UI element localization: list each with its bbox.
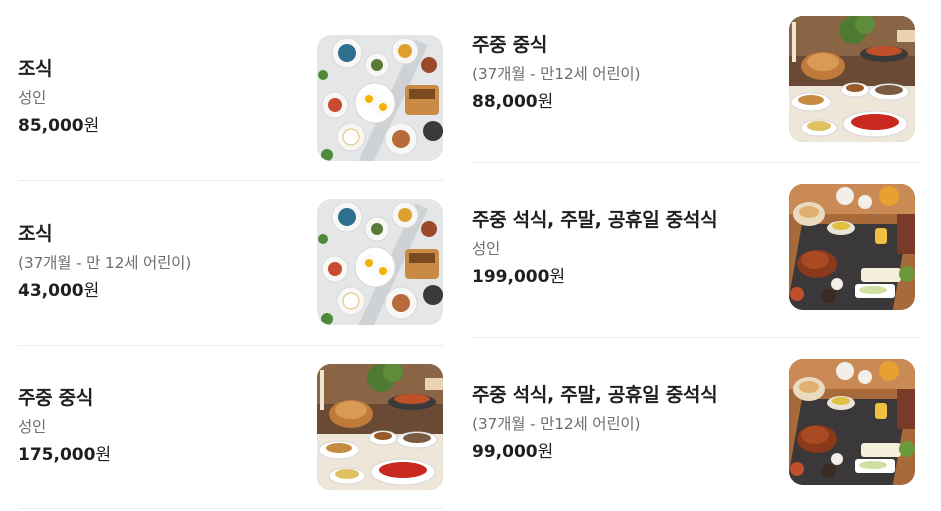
menu-item-price: 88,000원 [472, 91, 640, 113]
menu-item-audience: (37개월 - 만12세 어린이) [472, 415, 641, 433]
menu-item-text: 조식 (37개월 - 만 12세 어린이) 43,000원 [18, 222, 191, 302]
menu-item-price: 43,000원 [18, 280, 191, 302]
menu-item-text: 주중 중식 성인 175,000원 [18, 386, 111, 466]
breakfast-photo [317, 199, 443, 325]
menu-item[interactable]: 주중 석식, 주말, 공휴일 중석식 성인 199,000원 [472, 163, 922, 338]
menu-item-name: 주중 석식, 주말, 공휴일 중석식 [472, 384, 718, 406]
lunch-buffet-photo [317, 364, 443, 490]
menu-item-audience: 성인 [472, 240, 501, 258]
price-amount: 88,000 [472, 92, 538, 112]
menu-item-text: 주중 석식, 주말, 공휴일 중석식 성인 199,000원 [472, 208, 718, 288]
price-unit: 원 [83, 116, 100, 136]
price-unit: 원 [537, 92, 554, 112]
price-amount: 99,000 [472, 442, 538, 462]
menu-item-name: 조식 [18, 58, 53, 80]
menu-item-price: 99,000원 [472, 441, 717, 463]
menu-item-name: 주중 중식 [472, 34, 548, 56]
menu-item-audience: (37개월 - 만 12세 어린이) [18, 254, 192, 272]
price-amount: 85,000 [18, 116, 84, 136]
menu-item-text: 조식 성인 85,000원 [18, 57, 99, 137]
menu-item-text: 주중 중식 (37개월 - 만12세 어린이) 88,000원 [472, 33, 641, 113]
menu-item[interactable]: 조식 (37개월 - 만 12세 어린이) 43,000원 [18, 181, 443, 346]
item-divider [18, 508, 443, 509]
menu-item-name: 조식 [18, 223, 53, 245]
price-unit: 원 [537, 442, 554, 462]
menu-item[interactable]: 주중 석식, 주말, 공휴일 중석식 (37개월 - 만12세 어린이) 99,… [472, 338, 922, 511]
dinner-buffet-photo [789, 184, 915, 310]
price-amount: 43,000 [18, 281, 84, 301]
menu-item-name: 주중 중식 [18, 387, 94, 409]
dinner-buffet-photo [789, 359, 915, 485]
price-amount: 199,000 [472, 267, 550, 287]
menu-item[interactable]: 주중 중식 (37개월 - 만12세 어린이) 88,000원 [472, 0, 922, 163]
price-unit: 원 [83, 281, 100, 301]
menu-item-name: 주중 석식, 주말, 공휴일 중석식 [472, 209, 718, 231]
menu-item-price: 85,000원 [18, 115, 99, 137]
price-amount: 175,000 [18, 445, 96, 465]
price-unit: 원 [95, 445, 112, 465]
menu-item-price: 199,000원 [472, 266, 717, 288]
menu-item-audience: (37개월 - 만12세 어린이) [472, 65, 641, 83]
menu-item-price: 175,000원 [18, 444, 111, 466]
price-unit: 원 [549, 267, 566, 287]
menu-item[interactable]: 조식 성인 85,000원 [18, 0, 443, 181]
menu-item-text: 주중 석식, 주말, 공휴일 중석식 (37개월 - 만12세 어린이) 99,… [472, 383, 718, 463]
menu-item-audience: 성인 [18, 418, 47, 436]
menu-item-audience: 성인 [18, 89, 47, 107]
breakfast-photo [317, 35, 443, 161]
lunch-buffet-photo [789, 16, 915, 142]
menu-item[interactable]: 주중 중식 성인 175,000원 [18, 346, 443, 511]
